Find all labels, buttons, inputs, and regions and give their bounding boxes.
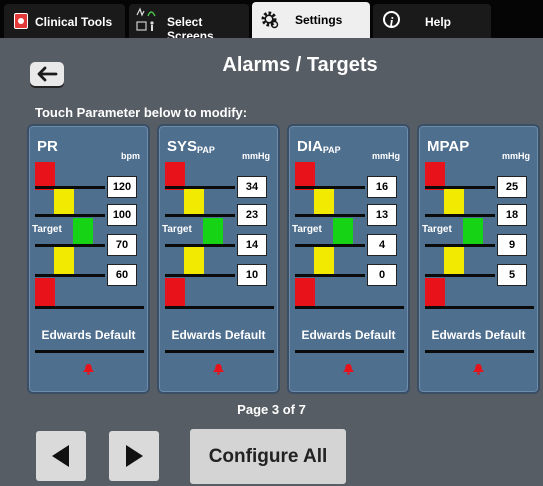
high-alarm-value[interactable]: 120	[107, 176, 137, 198]
low-alarm-value[interactable]: 0	[367, 264, 397, 286]
tab-help-label: Help	[425, 15, 452, 29]
bell-icon	[343, 364, 354, 375]
threshold-line	[165, 214, 235, 217]
low-alarm-value[interactable]: 5	[497, 264, 527, 286]
threshold-line	[425, 214, 495, 217]
parameter-name: SYSPAP	[167, 138, 215, 155]
tab-settings[interactable]: Settings	[252, 2, 370, 38]
tab-select-screens[interactable]: Select Screens	[129, 4, 249, 43]
page-indicator: Page 3 of 7	[237, 402, 306, 417]
divider-line	[295, 350, 404, 353]
gear-icon	[261, 11, 279, 29]
default-label: Edwards Default	[41, 328, 136, 342]
alarms-targets-screen: Alarms / Targets Touch Parameter below t…	[0, 38, 543, 486]
divider-line	[35, 350, 144, 353]
warning-low-zone	[184, 247, 204, 275]
target-label: Target	[292, 224, 322, 235]
parameter-panel-pr[interactable]: PR bpm 120 100 Target 70 60 Edwards Defa…	[27, 124, 150, 394]
tab-help[interactable]: i Help	[373, 4, 491, 38]
warning-low-zone	[54, 247, 74, 275]
threshold-line	[295, 274, 365, 277]
warning-high-zone	[444, 189, 464, 217]
screens-icon	[136, 7, 156, 31]
divider-line	[295, 306, 404, 309]
high-target-value[interactable]: 18	[497, 204, 527, 226]
warning-high-zone	[184, 189, 204, 217]
bell-icon	[83, 364, 94, 375]
configure-all-button[interactable]: Configure All	[190, 429, 346, 484]
default-label: Edwards Default	[301, 328, 396, 342]
low-alarm-value[interactable]: 60	[107, 264, 137, 286]
tab-clinical-tools[interactable]: Clinical Tools	[4, 4, 125, 38]
warning-low-zone	[314, 247, 334, 275]
parameter-unit: mmHg	[501, 151, 530, 161]
low-target-value[interactable]: 70	[107, 234, 137, 256]
low-alarm-value[interactable]: 10	[237, 264, 267, 286]
divider-line	[165, 350, 274, 353]
target-label: Target	[162, 224, 192, 235]
target-label: Target	[32, 224, 62, 235]
high-alarm-value[interactable]: 34	[237, 176, 267, 198]
alarm-low-zone	[35, 278, 55, 306]
high-alarm-value[interactable]: 25	[497, 176, 527, 198]
threshold-line	[35, 274, 105, 277]
target-zone	[463, 218, 483, 246]
bell-icon	[213, 364, 224, 375]
tab-settings-label: Settings	[295, 13, 343, 27]
next-page-button[interactable]	[109, 431, 159, 481]
tab-clinical-tools-label: Clinical Tools	[35, 15, 113, 29]
divider-line	[425, 306, 534, 309]
tab-bar: Clinical Tools Select Screens Settings i…	[0, 0, 543, 43]
warning-low-zone	[444, 247, 464, 275]
parameter-unit: mmHg	[371, 151, 400, 161]
alarm-low-zone	[165, 278, 185, 306]
parameter-name: PR	[37, 138, 58, 155]
threshold-line	[35, 214, 105, 217]
parameter-panel-sys-pap[interactable]: SYSPAP mmHg 34 23 Target 14 10 Edwards D…	[157, 124, 280, 394]
parameter-unit: mmHg	[241, 151, 270, 161]
parameter-name: MPAP	[427, 138, 470, 155]
divider-line	[35, 306, 144, 309]
parameter-panel-dia-pap[interactable]: DIAPAP mmHg 16 13 Target 4 0 Edwards Def…	[287, 124, 410, 394]
medkit-icon	[14, 13, 28, 29]
previous-page-button[interactable]	[36, 431, 86, 481]
page-title: Alarms / Targets	[222, 54, 378, 76]
instruction-text: Touch Parameter below to modify:	[35, 105, 248, 120]
high-target-value[interactable]: 13	[367, 204, 397, 226]
target-label: Target	[422, 224, 452, 235]
high-target-value[interactable]: 100	[107, 204, 137, 226]
low-target-value[interactable]: 14	[237, 234, 267, 256]
bell-icon	[473, 364, 484, 375]
high-alarm-value[interactable]: 16	[367, 176, 397, 198]
target-zone	[333, 218, 353, 246]
warning-high-zone	[314, 189, 334, 217]
target-zone	[203, 218, 223, 246]
triangle-left-icon	[52, 445, 69, 467]
low-target-value[interactable]: 9	[497, 234, 527, 256]
divider-line	[165, 306, 274, 309]
low-target-value[interactable]: 4	[367, 234, 397, 256]
parameter-unit: bpm	[121, 151, 140, 161]
high-target-value[interactable]: 23	[237, 204, 267, 226]
target-zone	[73, 218, 93, 246]
threshold-line	[425, 274, 495, 277]
alarm-low-zone	[295, 278, 315, 306]
triangle-right-icon	[126, 445, 143, 467]
default-label: Edwards Default	[171, 328, 266, 342]
info-icon: i	[383, 11, 400, 29]
warning-high-zone	[54, 189, 74, 217]
threshold-line	[165, 274, 235, 277]
parameter-panel-mpap[interactable]: MPAP mmHg 25 18 Target 9 5 Edwards Defau…	[417, 124, 540, 394]
threshold-line	[295, 214, 365, 217]
divider-line	[425, 350, 534, 353]
parameter-name: DIAPAP	[297, 138, 341, 155]
alarm-low-zone	[425, 278, 445, 306]
default-label: Edwards Default	[431, 328, 526, 342]
